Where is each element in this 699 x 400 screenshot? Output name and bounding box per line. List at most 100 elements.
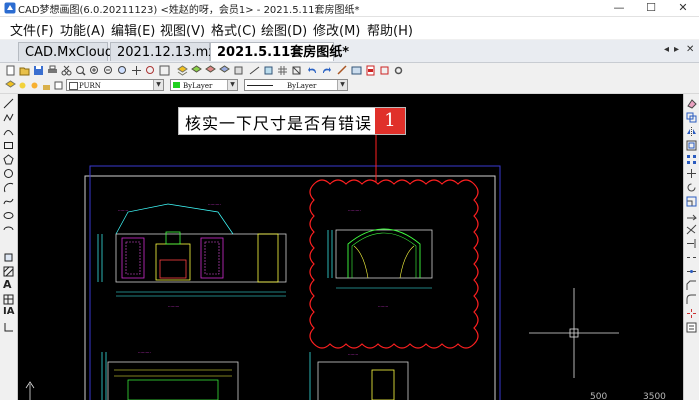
layer-dropdown[interactable]: PURN ▼ <box>66 79 164 91</box>
color-dropdown[interactable]: ByLayer ▼ <box>170 79 238 91</box>
export-pdf-icon[interactable] <box>365 65 376 76</box>
cut-icon[interactable] <box>61 65 72 76</box>
layer-thaw-icon[interactable] <box>29 80 40 91</box>
menu-edit[interactable]: 编辑(E) <box>111 20 155 39</box>
stretch-icon[interactable] <box>686 210 697 221</box>
tab-cad-mxcloud[interactable]: CAD.MxCloud <box>18 42 113 61</box>
extend-icon[interactable] <box>686 238 697 249</box>
linetype-preview-icon <box>247 85 273 86</box>
copy-icon[interactable] <box>686 112 697 123</box>
grid-icon[interactable] <box>277 65 288 76</box>
properties-toolbar: PURN ▼ ByLayer ▼ ByLayer ▼ <box>0 78 699 94</box>
menu-file[interactable]: 文件(F) <box>10 20 54 39</box>
explode-icon[interactable] <box>686 308 697 319</box>
trim-icon[interactable] <box>686 224 697 235</box>
svg-text:··········: ·········· <box>138 350 151 355</box>
layer-previous-icon[interactable] <box>205 65 216 76</box>
layer-state-icon[interactable] <box>191 65 202 76</box>
insert-block-icon[interactable] <box>3 252 14 263</box>
layer-color-icon[interactable] <box>53 80 64 91</box>
open-file-icon[interactable] <box>19 65 30 76</box>
text-icon[interactable]: A <box>3 278 14 291</box>
close-button[interactable]: ✕ <box>668 0 698 16</box>
svg-text:········: ········ <box>118 208 128 213</box>
hatch-icon[interactable] <box>3 266 14 277</box>
scale-icon[interactable] <box>686 196 697 207</box>
layer-properties-icon[interactable] <box>5 80 16 91</box>
save-icon[interactable] <box>33 65 44 76</box>
minimize-button[interactable]: — <box>604 0 634 16</box>
menu-draw[interactable]: 绘图(D) <box>261 20 307 39</box>
linetype-dropdown[interactable]: ByLayer ▼ <box>244 79 348 91</box>
block-icon[interactable] <box>291 65 302 76</box>
erase-icon[interactable] <box>686 98 697 109</box>
spline-icon[interactable] <box>3 196 14 207</box>
table-icon[interactable] <box>3 294 14 305</box>
zoom-previous-icon[interactable] <box>145 65 156 76</box>
pan-icon[interactable] <box>131 65 142 76</box>
layer-unlock-icon[interactable] <box>41 80 52 91</box>
circle-icon[interactable] <box>3 168 14 179</box>
coord-readout-left: 500 <box>590 392 608 400</box>
layer-swatch-icon <box>69 82 78 90</box>
join-icon[interactable] <box>686 266 697 277</box>
layer-on-icon[interactable] <box>17 80 28 91</box>
drawing-canvas[interactable]: ········ ·········· ········· ··········… <box>18 94 683 400</box>
mtext-icon[interactable]: IA <box>3 306 14 317</box>
polygon-icon[interactable] <box>3 154 14 165</box>
chamfer-icon[interactable] <box>686 280 697 291</box>
svg-text:········: ········ <box>348 352 358 357</box>
zoom-out-icon[interactable] <box>103 65 114 76</box>
area-icon[interactable] <box>263 65 274 76</box>
menu-function[interactable]: 功能(A) <box>60 20 105 39</box>
annotation-callout[interactable]: 核实一下尺寸是否有错误 1 <box>178 107 406 135</box>
elevation-lower: ·········· ········ <box>101 350 409 400</box>
rectangle-icon[interactable] <box>3 140 14 151</box>
color-swatch-icon <box>173 82 180 88</box>
menu-modify[interactable]: 修改(M) <box>313 20 360 39</box>
ellipse-icon[interactable] <box>3 210 14 221</box>
tab-scroll-left-icon[interactable]: ◂ <box>664 44 669 55</box>
title-bar: CAD梦想画图(6.0.20211123) <姓赵的呀，会员1> - 2021.… <box>0 0 699 17</box>
properties-icon[interactable] <box>686 322 697 333</box>
match-layer-icon[interactable] <box>219 65 230 76</box>
zoom-window-icon[interactable] <box>75 65 86 76</box>
arc-icon[interactable] <box>3 126 14 137</box>
tab-close-icon[interactable]: ✕ <box>686 44 694 55</box>
tab-2021-5-11-active[interactable]: 2021.5.11套房图纸* <box>210 42 349 61</box>
break-icon[interactable] <box>686 252 697 263</box>
regen-icon[interactable] <box>159 65 170 76</box>
menu-view[interactable]: 视图(V) <box>160 20 205 39</box>
menu-help[interactable]: 帮助(H) <box>367 20 413 39</box>
layer-isolate-icon[interactable] <box>233 65 244 76</box>
redo-icon[interactable] <box>321 65 332 76</box>
polyline-icon[interactable] <box>3 112 14 123</box>
print-icon[interactable] <box>47 65 58 76</box>
tab-2021-12-13[interactable]: 2021.12.13.mxc <box>110 42 223 61</box>
chevron-down-icon: ▼ <box>153 80 163 90</box>
arc2-icon[interactable] <box>3 182 14 193</box>
ellipse-arc-icon[interactable] <box>3 224 14 235</box>
array-icon[interactable] <box>686 154 697 165</box>
layer-manager-icon[interactable] <box>177 65 188 76</box>
mirror-icon[interactable] <box>686 126 697 137</box>
rotate-icon[interactable] <box>686 182 697 193</box>
maximize-button[interactable]: ☐ <box>636 0 666 16</box>
line-icon[interactable] <box>3 98 14 109</box>
distance-icon[interactable] <box>249 65 260 76</box>
undo-icon[interactable] <box>307 65 318 76</box>
offset-icon[interactable] <box>686 140 697 151</box>
cloud-icon[interactable] <box>379 65 390 76</box>
zoom-extents-icon[interactable] <box>117 65 128 76</box>
measure-icon[interactable] <box>337 65 348 76</box>
settings-icon[interactable] <box>393 65 404 76</box>
zoom-in-icon[interactable] <box>89 65 100 76</box>
insert-image-icon[interactable] <box>351 65 362 76</box>
new-file-icon[interactable] <box>5 65 16 76</box>
menu-format[interactable]: 格式(C) <box>211 20 256 39</box>
coord-readout-right: 3500 <box>643 392 666 400</box>
fillet-icon[interactable] <box>686 294 697 305</box>
tab-scroll-right-icon[interactable]: ▸ <box>674 44 679 55</box>
move-icon[interactable] <box>686 168 697 179</box>
ucs-icon[interactable] <box>3 322 14 333</box>
